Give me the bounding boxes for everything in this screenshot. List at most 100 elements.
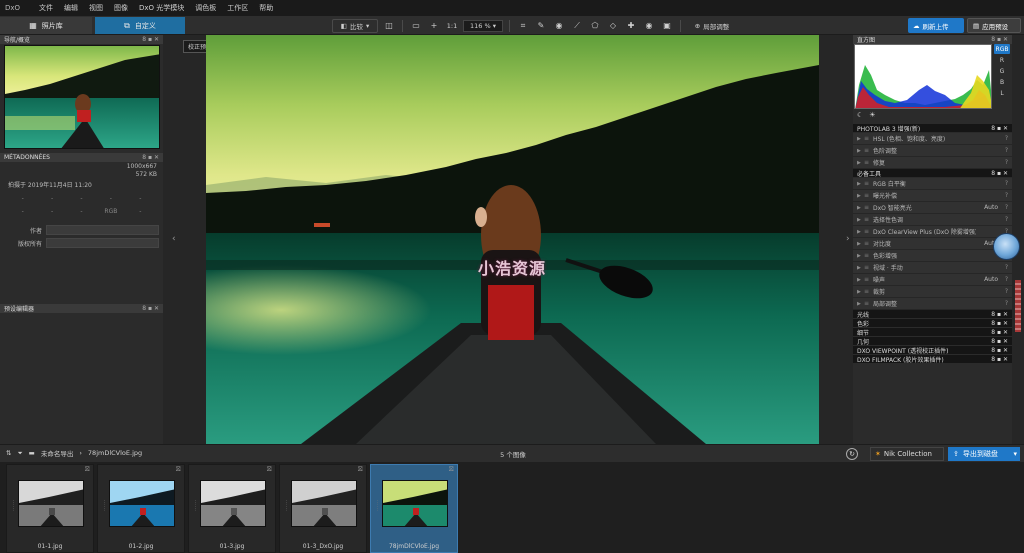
expand-triangle-icon[interactable]: ▶ [857,265,864,271]
author-field[interactable] [46,225,159,235]
sun-icon[interactable]: ☀ [869,111,875,119]
help-icon[interactable]: ? [998,192,1008,199]
repair-tool[interactable]: ✚ [624,19,638,33]
expand-triangle-icon[interactable]: ▶ [857,289,864,295]
menu-image[interactable]: 图像 [114,3,128,13]
tool-row-smart-lighting[interactable]: ▶ ≡ DxO 智能亮光 Auto ? [853,202,1012,214]
tab-customize[interactable]: ⧉ 自定义 [95,17,185,34]
tool-row-contrast[interactable]: ▶≡ 对比度 Auto ? [853,238,1012,250]
expand-triangle-icon[interactable]: ▶ [857,205,864,211]
toggle-icon[interactable]: ≡ [864,135,873,142]
group-header-color[interactable]: 色彩 8 ▪ ✕ [853,319,1012,328]
red-eye-tool[interactable]: ◉ [552,19,566,33]
panel-controls-icon[interactable]: 8 ▪ ✕ [991,125,1008,132]
panel-controls-icon[interactable]: 8 ▪ ✕ [142,36,159,43]
tool-row-hsl[interactable]: ▶ ≡ HSL (色相、饱和度、亮度) ? [853,133,1012,145]
drag-handle-icon[interactable]: ⋮ ⋮ [102,500,107,512]
expand-triangle-icon[interactable]: ▶ [857,136,864,142]
expand-triangle-icon[interactable]: ▶ [857,241,864,247]
toggle-icon[interactable]: ≡ [864,300,873,307]
split-view-button[interactable]: ◫ [382,19,396,33]
toggle-icon[interactable]: ≡ [864,159,873,166]
filmstrip-item[interactable]: ⛝ ⋮ ⋮ 01-3.jpg [188,464,276,553]
group-header-detail[interactable]: 细节 8 ▪ ✕ [853,328,1012,337]
filter-icon[interactable]: ⏷ [17,449,22,458]
channel-rgb[interactable]: RGB [993,44,1011,54]
expand-triangle-icon[interactable]: ▶ [857,193,864,199]
mask-tool[interactable]: ▣ [660,19,674,33]
toggle-icon[interactable]: ≡ [864,276,873,283]
eyedropper-tool[interactable]: ✎ [534,19,548,33]
menu-file[interactable]: 文件 [39,3,53,13]
perspective-tool[interactable]: ⬠ [588,19,602,33]
toggle-icon[interactable]: ≡ [864,216,873,223]
group-header-essentials[interactable]: 必备工具 8 ▪ ✕ [853,169,1012,178]
group-header-light[interactable]: 光线 8 ▪ ✕ [853,310,1012,319]
panel-controls-icon[interactable]: 8 ▪ ✕ [991,311,1008,318]
tool-row-levels[interactable]: ▶ ≡ 色阶调整 ? [853,145,1012,157]
menu-optics[interactable]: DxO 光学模块 [139,3,184,13]
channel-b[interactable]: B [1000,77,1004,87]
horizon-tool[interactable]: ⟋ [570,19,584,33]
tool-row-horizon[interactable]: ▶ ≡ 视域 · 手动 ? [853,262,1012,274]
compare-button[interactable]: ◧ 比较 ▾ [332,18,378,33]
apply-preset-button[interactable]: ▤ 应用预设 [967,18,1021,33]
expand-triangle-icon[interactable]: ▶ [857,277,864,283]
navigator-preview[interactable] [4,45,160,149]
help-icon[interactable]: ? [998,204,1008,211]
tool-row-crop[interactable]: ▶ ≡ 裁剪 ? [853,286,1012,298]
panel-controls-icon[interactable]: 8 ▪ ✕ [991,170,1008,177]
toggle-icon[interactable]: ≡ [864,288,873,295]
volume-deformation-tool[interactable]: ◇ [606,19,620,33]
collapse-right-panel-icon[interactable]: › [846,234,850,244]
tool-row-local-adjust[interactable]: ▶ ≡ 局部调整 ? [853,298,1012,310]
panel-controls-icon[interactable]: 8 ▪ ✕ [142,154,159,161]
help-icon[interactable]: ? [998,135,1008,142]
tool-row-repair[interactable]: ▶ ≡ 修复 ? [853,157,1012,169]
help-icon[interactable]: ? [998,147,1008,154]
toggle-icon[interactable]: ≡ [864,252,873,259]
fit-screen-button[interactable]: ▭ [409,19,423,33]
help-icon[interactable]: ? [998,288,1008,295]
help-icon[interactable]: ? [998,180,1008,187]
preset-editor-header[interactable]: 预设编辑器 8 ▪ ✕ [0,304,163,313]
panel-controls-icon[interactable]: 8 ▪ ✕ [991,356,1008,363]
drag-handle-icon[interactable]: ⋮ ⋮ [193,500,198,512]
help-icon[interactable]: ? [998,159,1008,166]
sort-icon[interactable]: ⇅ [6,449,11,457]
tool-row-exposure[interactable]: ▶ ≡ 曝光补偿 ? [853,190,1012,202]
help-icon[interactable]: ? [998,300,1008,307]
tab-library[interactable]: ▦ 照片库 [0,17,92,34]
tool-row-vibrancy[interactable]: ▶≡ 色彩增强 ? [853,250,1012,262]
expand-triangle-icon[interactable]: ▶ [857,253,864,259]
panel-controls-icon[interactable]: 8 ▪ ✕ [991,329,1008,336]
toggle-icon[interactable]: ≡ [864,228,873,235]
tool-row-noise[interactable]: ▶ ≡ 噪声 Auto ? [853,274,1012,286]
expand-triangle-icon[interactable]: ▶ [857,217,864,223]
drag-handle-icon[interactable]: ⋮ ⋮ [375,500,380,512]
filmstrip-item[interactable]: ⛝ ⋮ ⋮ 01-1.jpg [6,464,94,553]
expand-triangle-icon[interactable]: ▶ [857,301,864,307]
zoom-in-button[interactable]: + [427,19,441,33]
folder-name[interactable]: 未命名导出 [41,448,74,458]
chevron-down-icon[interactable]: ▾ [1013,450,1017,458]
tool-row-white-balance[interactable]: ▶ ≡ RGB 白平衡 ? [853,178,1012,190]
filmstrip-item[interactable]: ⛝ ⋮ ⋮ 01-2.jpg [97,464,185,553]
panel-controls-icon[interactable]: 8 ▪ ✕ [991,36,1008,43]
nik-collection-button[interactable]: ✶ Nik Collection [870,447,944,461]
channel-g[interactable]: G [1000,66,1005,76]
menu-edit[interactable]: 编辑 [64,3,78,13]
upload-button[interactable]: ☁ 刷新上传 [908,18,964,33]
help-icon[interactable]: ? [998,276,1008,283]
filmstrip-item-selected[interactable]: ⛝ ⋮ ⋮ 78jmDlCVloE.jpg [370,464,458,553]
help-icon[interactable]: ? [998,216,1008,223]
panel-controls-icon[interactable]: 8 ▪ ✕ [991,338,1008,345]
tool-row-clearview[interactable]: ▶ ≡ DxO ClearView Plus (DxO 除雾增强) ? [853,226,1012,238]
copyright-field[interactable] [46,238,159,248]
group-header-filmpack[interactable]: DXO FILMPACK (胶片效果插件) 8 ▪ ✕ [853,355,1012,364]
menu-view[interactable]: 视图 [89,3,103,13]
expand-triangle-icon[interactable]: ▶ [857,148,864,154]
export-to-disk-button[interactable]: ⇪ 导出到磁盘 ▾ [948,447,1020,461]
collapse-left-panel-icon[interactable]: ‹ [172,234,176,244]
local-adjust-button[interactable]: ⊕ 局部调整 [687,19,737,33]
